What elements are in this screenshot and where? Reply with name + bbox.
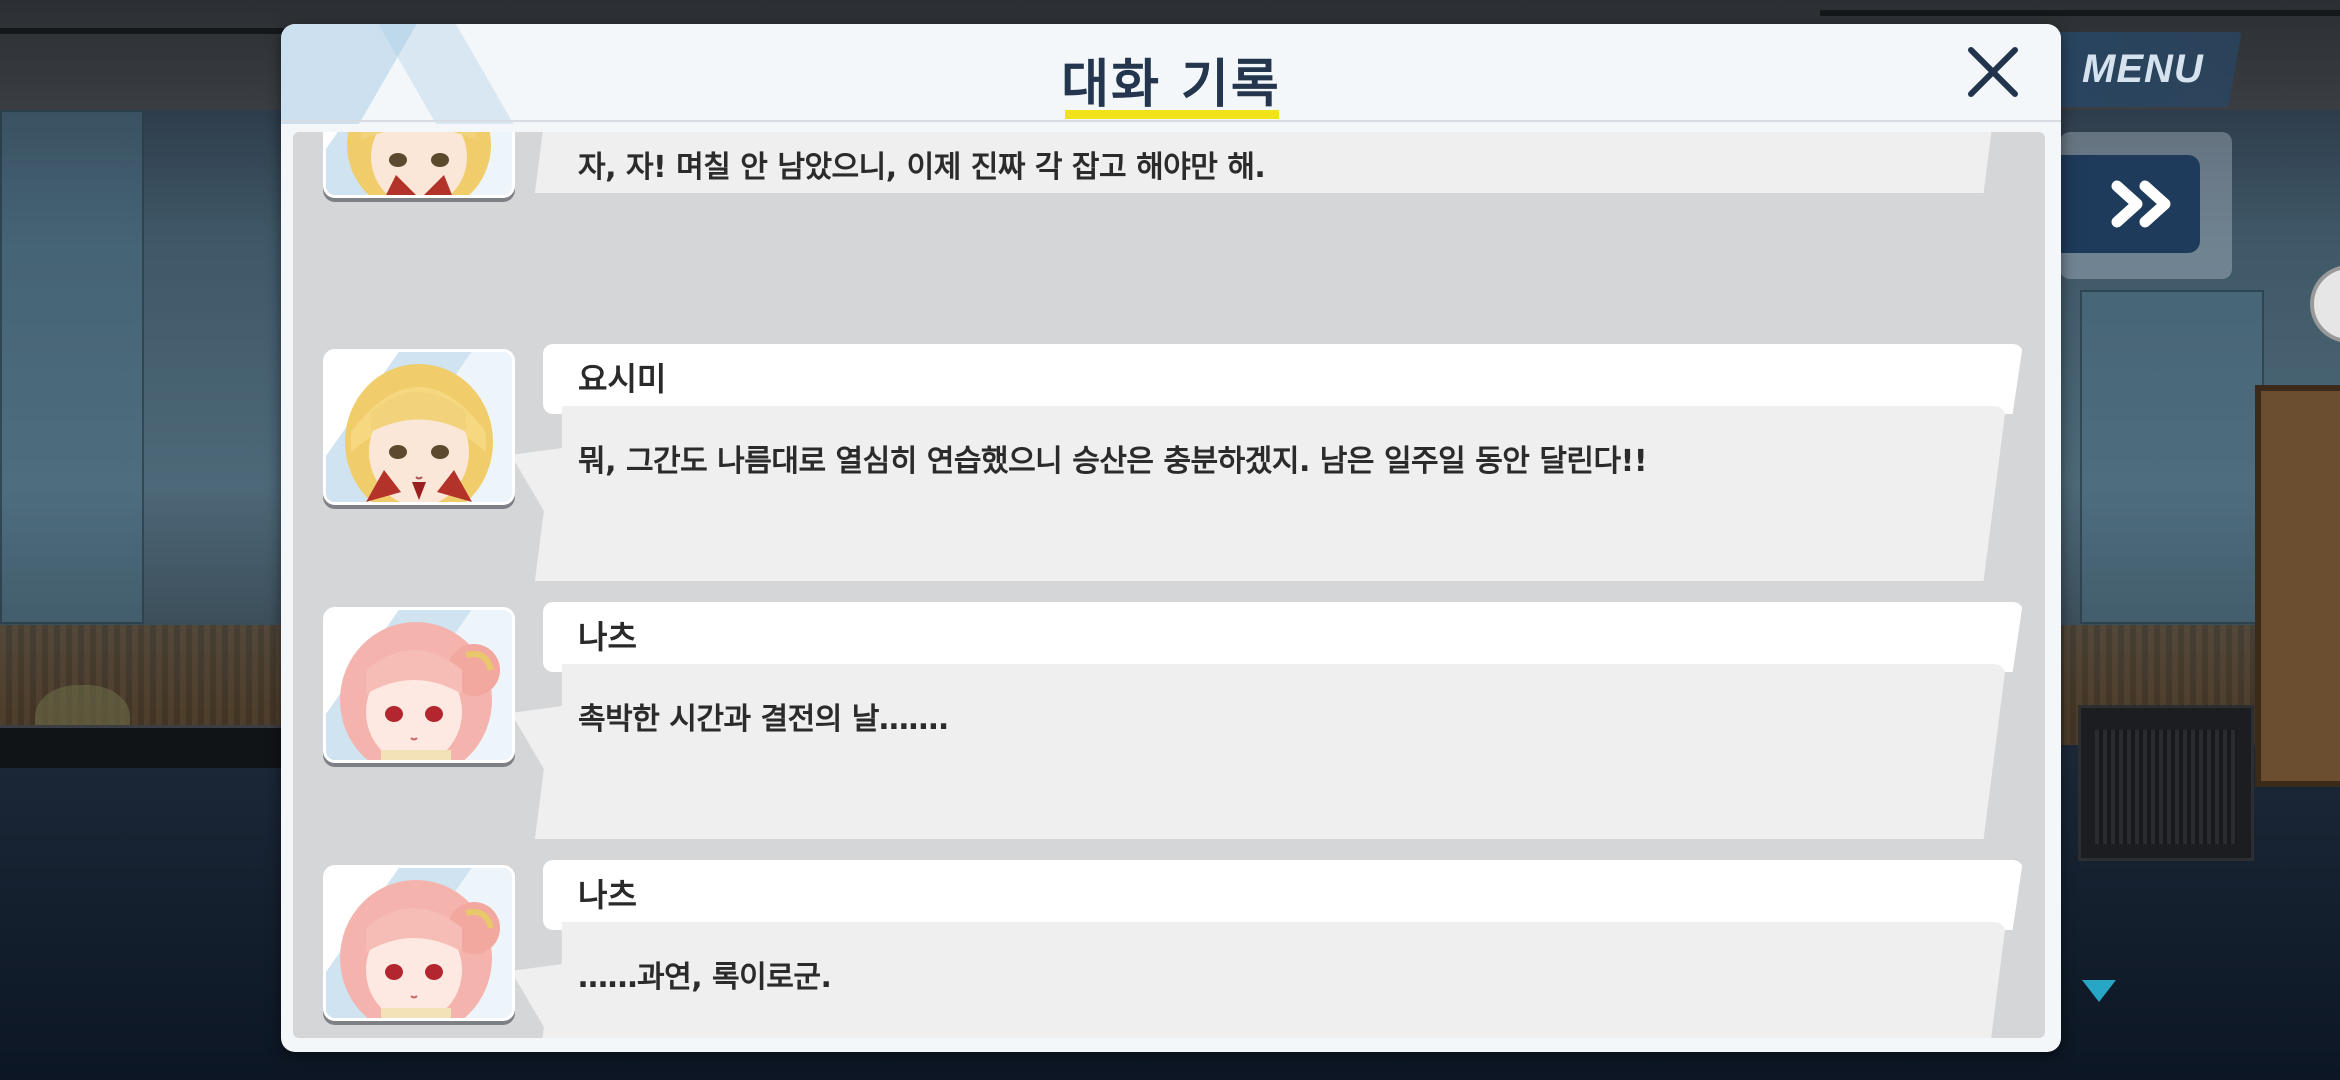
fast-forward-icon (2111, 180, 2171, 228)
close-button[interactable] (1961, 40, 2025, 104)
dialogue-text: 뭐, 그간도 나름대로 열심히 연습했으니 승산은 충분하겠지. 남은 일주일 … (578, 444, 1648, 479)
title-underline (1065, 110, 1279, 119)
dialog-header: 대화 기록 (281, 24, 2061, 122)
log-entry: 나츠 ……과연, 록이로군. (293, 860, 2045, 1038)
avatar-yoshimi (347, 132, 491, 195)
wall-panel (2080, 290, 2264, 624)
avatar-yoshimi (345, 364, 493, 502)
log-entry: 나츠 촉박한 시간과 결전의 날……. (293, 602, 2045, 860)
close-icon (1968, 47, 2018, 97)
ceiling-rail (0, 28, 300, 34)
speaker-name: 나츠 (578, 618, 637, 656)
character-portrait-natsu (323, 607, 515, 763)
triangle-down-icon (2082, 980, 2116, 1002)
character-portrait-yoshimi (323, 349, 515, 505)
log-entry: 요시미 뭐, 그간도 나름대로 열심히 연습했으니 승산은 충분하겠지. 남은 … (293, 344, 2045, 602)
character-portrait-natsu (323, 865, 515, 1021)
door (2255, 385, 2340, 787)
ceiling-rail (1820, 10, 2340, 16)
dialogue-text: 자, 자! 며칠 안 남았으니, 이제 진짜 각 잡고 해야만 해. (578, 150, 1266, 185)
dialogue-bubble (511, 664, 2006, 839)
menu-label: MENU (2081, 47, 2204, 91)
avatar-natsu (340, 880, 500, 1018)
menu-button[interactable]: MENU (2043, 32, 2242, 107)
dialogue-bubble (511, 406, 2006, 581)
dialogue-text: 촉박한 시간과 결전의 날……. (578, 702, 949, 737)
character-portrait-yoshimi (323, 132, 515, 198)
dialog-title: 대화 기록 (1061, 55, 1281, 115)
keyboard-instrument (0, 725, 290, 768)
amplifier-grill (2095, 730, 2237, 844)
amplifier (2078, 705, 2254, 861)
wall-clock (2310, 265, 2340, 343)
log-entry: 자, 자! 며칠 안 남았으니, 이제 진짜 각 잡고 해야만 해. (293, 132, 2045, 240)
speaker-name-bar (543, 344, 2023, 414)
speaker-name-bar (543, 860, 2023, 930)
dialog-log-window: 대화 기록 자, 자! 며칠 안 남았으니, 이제 진짜 각 잡고 해야만 해.… (281, 24, 2061, 1052)
dialogue-text: ……과연, 록이로군. (578, 960, 832, 995)
speaker-name-bar (543, 602, 2023, 672)
wall-panel (0, 110, 144, 624)
log-scroll-area[interactable]: 자, 자! 며칠 안 남았으니, 이제 진짜 각 잡고 해야만 해. 요시미 뭐… (293, 132, 2045, 1038)
fast-forward-button[interactable] (2088, 155, 2200, 253)
avatar-natsu (340, 622, 500, 760)
speaker-name: 나츠 (578, 876, 637, 914)
speaker-name: 요시미 (578, 360, 667, 398)
